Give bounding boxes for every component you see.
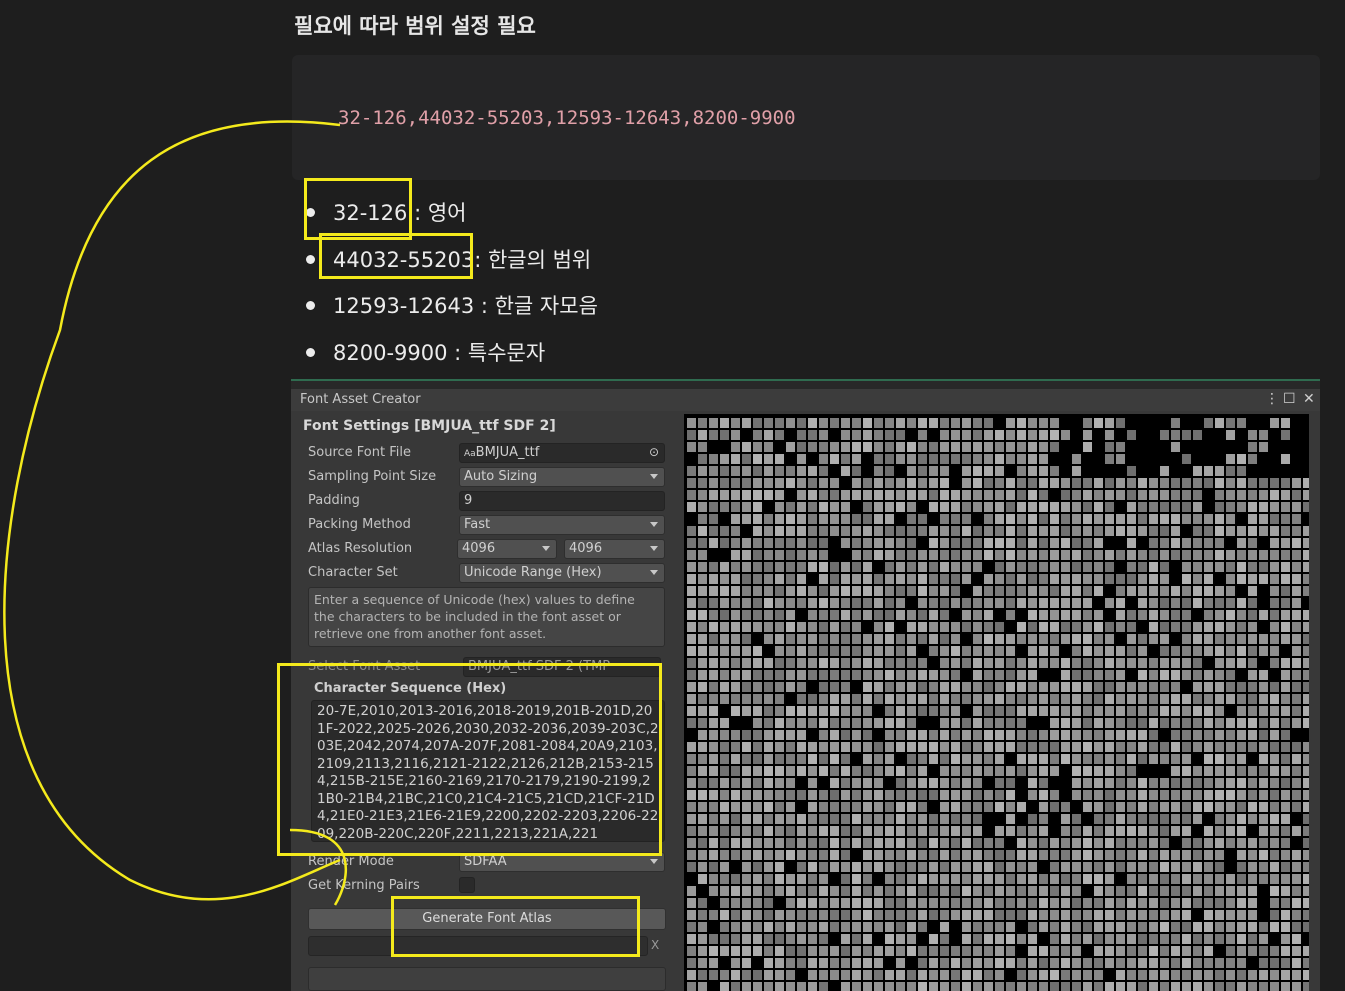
annotation-arrow-curve xyxy=(3,120,348,906)
